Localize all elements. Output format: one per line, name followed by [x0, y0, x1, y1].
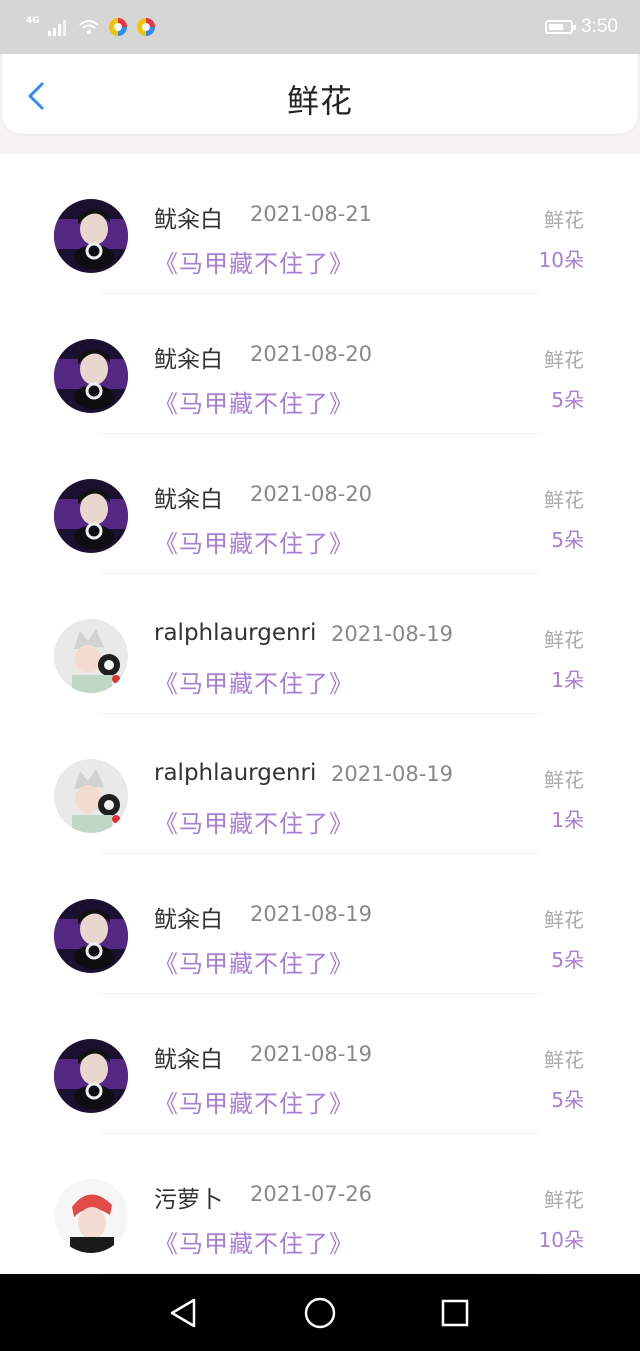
book-title[interactable]: 《马甲藏不住了》	[154, 244, 354, 279]
gift-list-item[interactable]: 鱿籴白 2021-08-20 《马甲藏不住了》 鲜花 5朵	[0, 434, 640, 574]
circle-home-icon	[304, 1297, 336, 1329]
header-area: 鲜花	[0, 54, 640, 154]
avatar[interactable]	[54, 1039, 128, 1113]
book-title[interactable]: 《马甲藏不住了》	[154, 384, 354, 419]
signal-icon	[47, 20, 66, 36]
gift-date: 2021-08-19	[250, 902, 373, 926]
flower-label: 鲜花	[544, 1188, 584, 1212]
flower-count: 5朵	[551, 388, 584, 412]
flower-label: 鲜花	[544, 488, 584, 512]
gift-date: 2021-08-20	[250, 342, 373, 366]
flower-count: 10朵	[538, 1228, 584, 1252]
gift-list-item[interactable]: 污萝卜 2021-07-26 《马甲藏不住了》 鲜花 10朵	[0, 1134, 640, 1274]
recents-nav-button[interactable]	[438, 1296, 472, 1330]
gift-date: 2021-08-21	[250, 202, 373, 226]
user-name: 鱿籴白	[154, 347, 223, 373]
user-name: 污萝卜	[154, 1187, 223, 1213]
user-name: 鱿籴白	[154, 487, 223, 513]
triangle-back-icon	[170, 1298, 196, 1328]
book-title[interactable]: 《马甲藏不住了》	[154, 804, 354, 839]
gift-list-item[interactable]: ralphlaurgenri 2021-08-19 《马甲藏不住了》 鲜花 1朵	[0, 574, 640, 714]
flower-count: 5朵	[551, 1088, 584, 1112]
book-title[interactable]: 《马甲藏不住了》	[154, 944, 354, 979]
book-title[interactable]: 《马甲藏不住了》	[154, 1084, 354, 1119]
avatar[interactable]	[54, 1179, 128, 1253]
gift-date: 2021-08-19	[250, 1042, 373, 1066]
system-nav-bar	[0, 1274, 640, 1351]
gift-date: 2021-08-19	[331, 622, 454, 646]
user-name: ralphlaurgenri	[154, 760, 317, 786]
user-name: 鱿籴白	[154, 1047, 223, 1073]
battery-icon	[545, 20, 577, 34]
flower-label: 鲜花	[544, 768, 584, 792]
book-title[interactable]: 《马甲藏不住了》	[154, 664, 354, 699]
book-title[interactable]: 《马甲藏不住了》	[154, 1224, 354, 1259]
flower-label: 鲜花	[544, 208, 584, 232]
app-notification-icon	[108, 18, 127, 36]
avatar[interactable]	[54, 619, 128, 693]
flower-label: 鲜花	[544, 628, 584, 652]
avatar[interactable]	[54, 199, 128, 273]
square-recents-icon	[441, 1299, 469, 1327]
status-icons-right: 3:50	[545, 14, 618, 40]
network-type: 4G	[26, 16, 40, 26]
avatar[interactable]	[54, 899, 128, 973]
flower-gift-list: 鱿籴白 2021-08-21 《马甲藏不住了》 鲜花 10朵 鱿籴白 2021-08-20 《…	[0, 154, 640, 1274]
status-bar: 4G 3:50	[0, 0, 640, 54]
gift-date: 2021-07-26	[250, 1182, 373, 1206]
wifi-icon	[78, 20, 99, 34]
gift-list-item[interactable]: 鱿籴白 2021-08-19 《马甲藏不住了》 鲜花 5朵	[0, 854, 640, 994]
flower-count: 10朵	[538, 248, 584, 272]
gift-date: 2021-08-20	[250, 482, 373, 506]
avatar[interactable]	[54, 339, 128, 413]
flower-label: 鲜花	[544, 348, 584, 372]
app-notification-icon	[136, 18, 155, 36]
user-name: 鱿籴白	[154, 907, 223, 933]
gift-list-item[interactable]: 鱿籴白 2021-08-19 《马甲藏不住了》 鲜花 5朵	[0, 994, 640, 1134]
home-nav-button[interactable]	[303, 1296, 337, 1330]
clock: 3:50	[581, 16, 618, 37]
gift-list-item[interactable]: ralphlaurgenri 2021-08-19 《马甲藏不住了》 鲜花 1朵	[0, 714, 640, 854]
user-name: 鱿籴白	[154, 207, 223, 233]
flower-count: 5朵	[551, 528, 584, 552]
page-title: 鲜花	[286, 82, 353, 120]
status-icons-left: 4G	[26, 14, 156, 40]
flower-count: 1朵	[551, 668, 584, 692]
back-nav-button[interactable]	[166, 1296, 200, 1330]
flower-label: 鲜花	[544, 1048, 584, 1072]
user-name: ralphlaurgenri	[154, 620, 317, 646]
avatar[interactable]	[54, 479, 128, 553]
avatar[interactable]	[54, 759, 128, 833]
gift-date: 2021-08-19	[331, 762, 454, 786]
gift-list-item[interactable]: 鱿籴白 2021-08-20 《马甲藏不住了》 鲜花 5朵	[0, 294, 640, 434]
flower-count: 1朵	[551, 808, 584, 832]
flower-count: 5朵	[551, 948, 584, 972]
gift-list-item[interactable]: 鱿籴白 2021-08-21 《马甲藏不住了》 鲜花 10朵	[0, 154, 640, 294]
header: 鲜花	[2, 54, 638, 134]
flower-label: 鲜花	[544, 908, 584, 932]
book-title[interactable]: 《马甲藏不住了》	[154, 524, 354, 559]
